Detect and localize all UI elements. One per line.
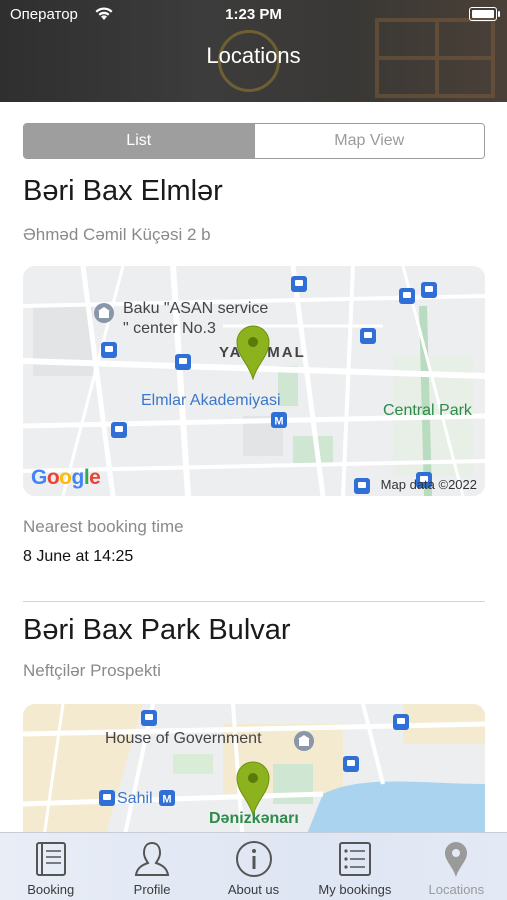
transit-station-icon (175, 354, 191, 370)
transit-station-icon (393, 714, 409, 730)
tab-label: About us (227, 882, 280, 897)
transit-station-icon (141, 710, 157, 726)
location-pin-icon (445, 842, 468, 877)
location-address: Neftçilər Prospekti (23, 661, 161, 680)
battery-icon (469, 7, 497, 21)
location-name[interactable]: Bəri Bax Park Bulvar (23, 614, 291, 647)
map-label: Sahil (117, 790, 153, 807)
location-pin-marker[interactable] (235, 760, 271, 816)
list-icon (338, 842, 371, 876)
government-place-icon (294, 731, 314, 751)
nearest-booking-time: 8 June at 14:25 (23, 548, 134, 565)
svg-text:M: M (162, 794, 171, 806)
transit-station-icon (101, 342, 117, 358)
transit-station-icon (291, 276, 307, 292)
location-pin-marker[interactable] (235, 324, 271, 380)
transit-station-icon (360, 328, 376, 344)
tab-locations[interactable]: Locations (406, 833, 507, 900)
svg-text:M: M (274, 416, 283, 428)
government-place-icon (94, 303, 114, 323)
person-icon (134, 841, 170, 876)
location-name[interactable]: Bəri Bax Elmlər (23, 175, 223, 208)
segment-map-view[interactable]: Map View (253, 124, 484, 158)
location-address: Əhməd Cəmil Küçəsi 2 b (23, 225, 211, 244)
nearest-booking-label: Nearest booking time (23, 517, 184, 536)
map-label: " center No.3 (123, 320, 216, 337)
status-time: 1:23 PM (225, 6, 282, 23)
tab-label: Locations (428, 882, 485, 897)
page-title: Locations (206, 43, 301, 68)
status-bar: Оператор 1:23 PM (0, 0, 507, 30)
map-data-attribution: Map data ©2022 (380, 477, 477, 492)
tab-label: Booking (27, 882, 75, 897)
tab-profile[interactable]: Profile (101, 833, 202, 900)
tab-about-us[interactable]: About us (203, 833, 304, 900)
transit-station-icon (421, 282, 437, 298)
map-label: Baku "ASAN service (123, 300, 269, 317)
info-icon (235, 841, 272, 877)
view-mode-segmented-control[interactable]: List Map View (23, 123, 485, 159)
metro-station-icon: M (159, 790, 175, 806)
transit-station-icon (111, 422, 127, 438)
tab-bar: Booking Profile About us My bookings Loc… (0, 832, 507, 900)
google-logo: Google (31, 466, 101, 489)
location-map[interactable]: M House of Government Sahil Dənizkənarı (23, 704, 485, 844)
book-icon (35, 842, 66, 876)
map-label: Central Park (383, 402, 472, 419)
tab-booking[interactable]: Booking (0, 833, 101, 900)
tab-label: My bookings (318, 882, 392, 897)
navigation-header: Оператор 1:23 PM Locations (0, 0, 507, 102)
transit-station-icon (99, 790, 115, 806)
map-label: Elmlar Akademiyasi (141, 392, 281, 409)
transit-station-icon (354, 478, 370, 494)
map-label: House of Government (105, 730, 262, 747)
tab-label: Profile (133, 882, 171, 897)
battery-tip (498, 11, 500, 17)
tab-my-bookings[interactable]: My bookings (304, 833, 405, 900)
metro-station-icon: M (271, 412, 287, 428)
transit-station-icon (399, 288, 415, 304)
segment-list[interactable]: List (24, 124, 254, 158)
divider (23, 601, 485, 602)
location-map[interactable]: M Baku "ASAN service " center No.3 YASAM… (23, 266, 485, 496)
transit-station-icon (343, 756, 359, 772)
